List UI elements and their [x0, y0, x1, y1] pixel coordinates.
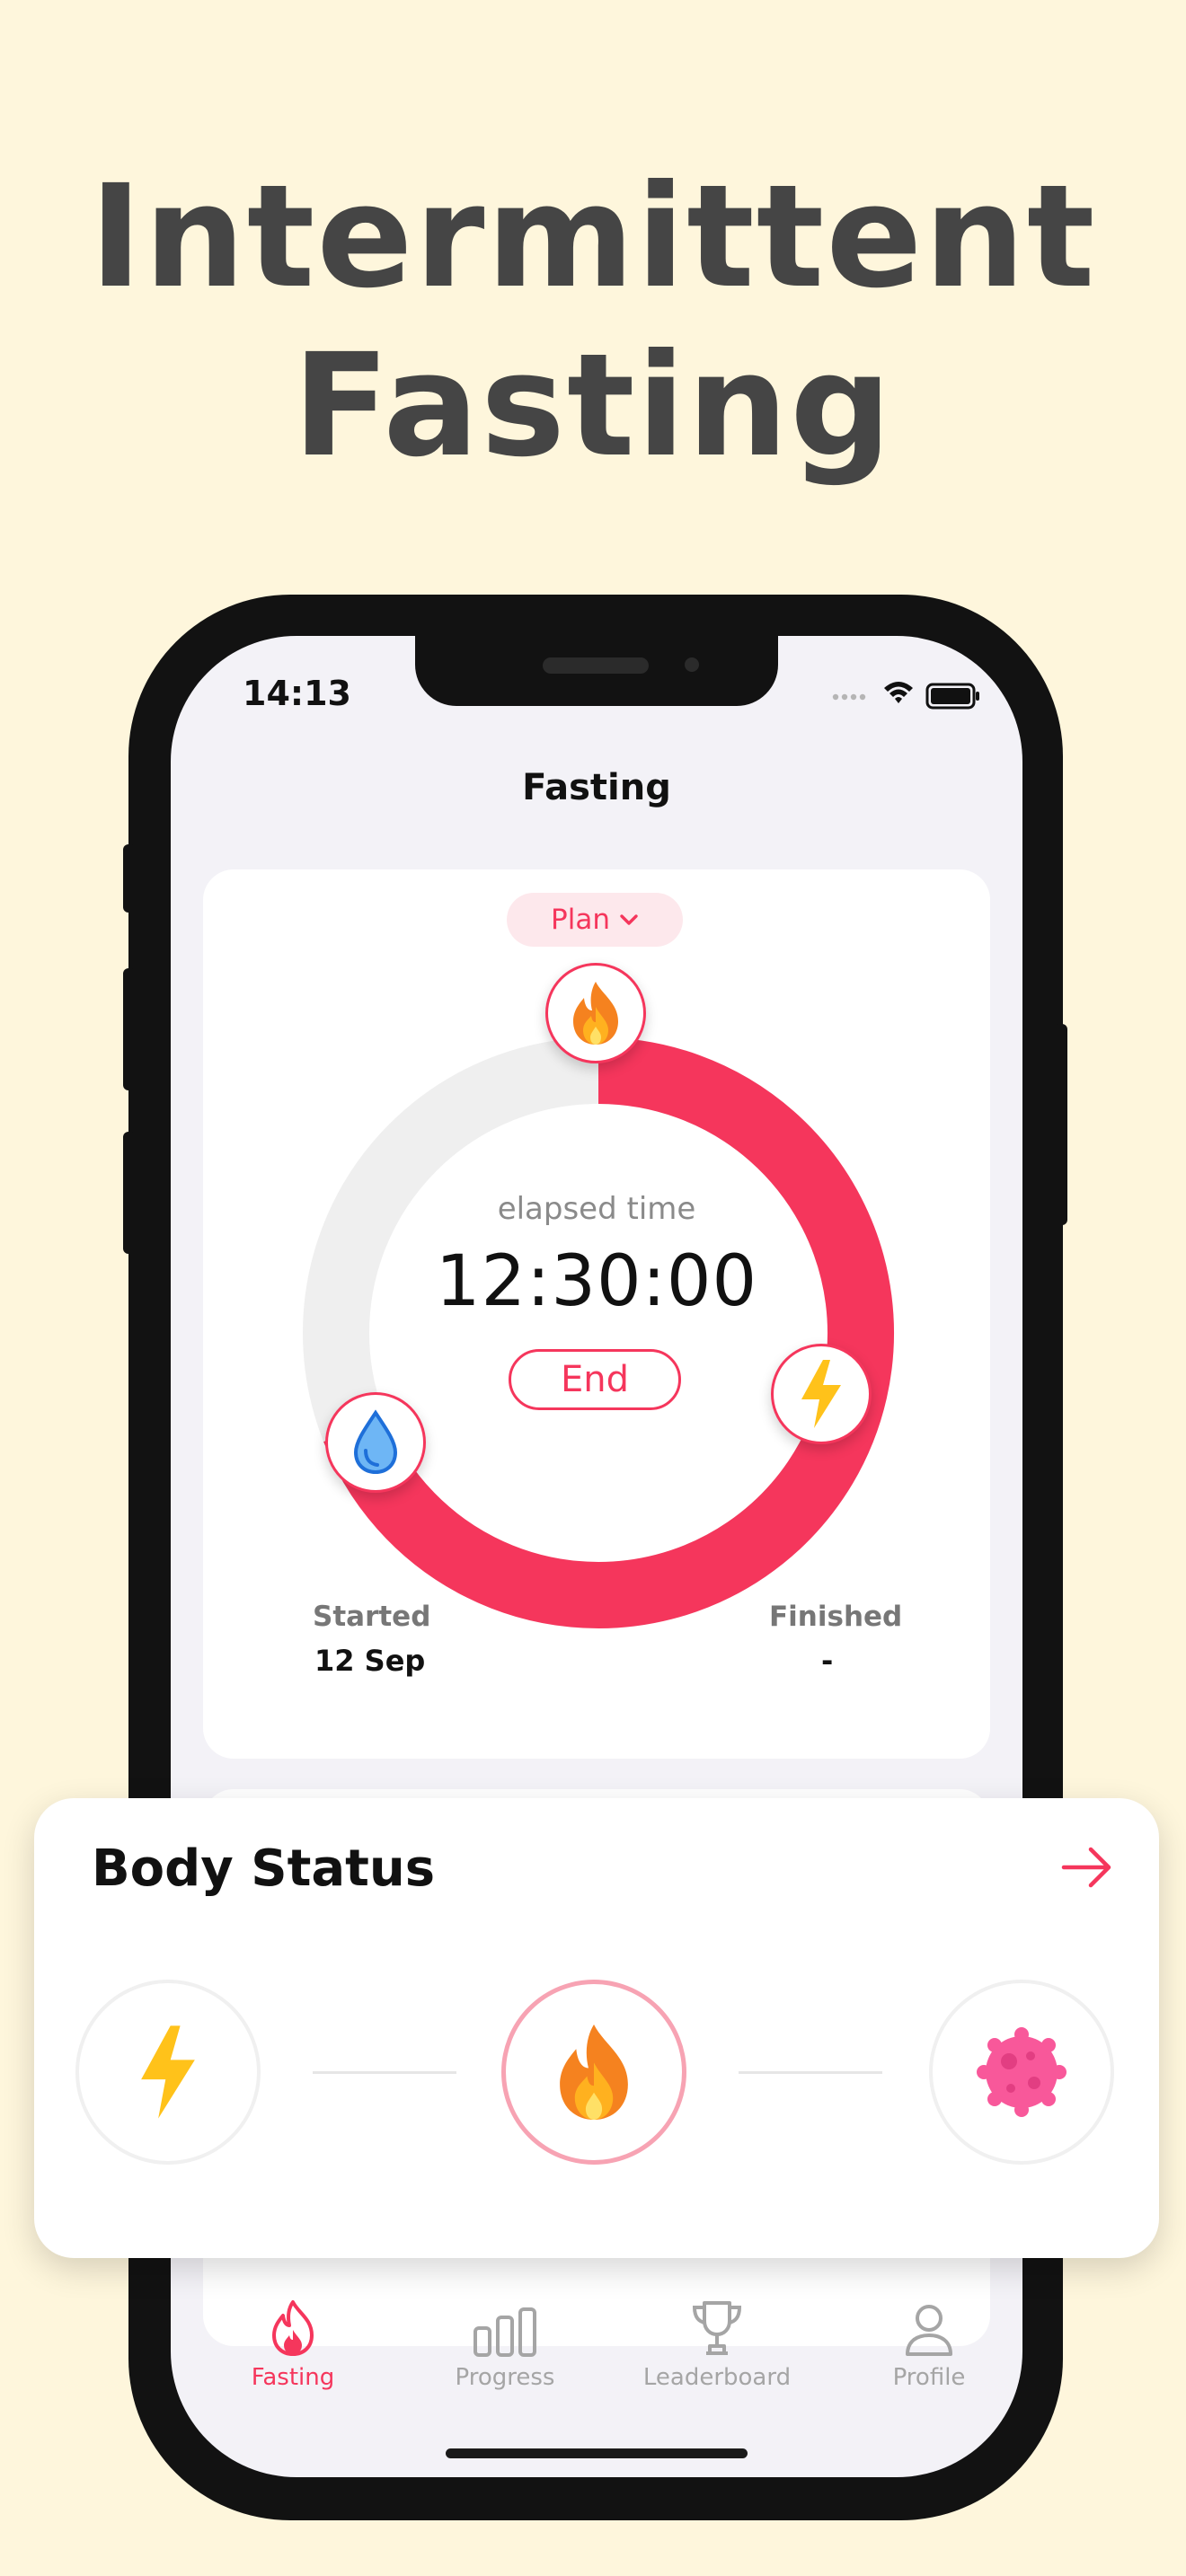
end-fast-button[interactable]: End	[509, 1349, 681, 1410]
started-label: Started	[313, 1601, 431, 1633]
tab-fasting[interactable]: Fasting	[203, 2294, 383, 2391]
body-stage-autophagy[interactable]	[929, 1980, 1114, 2165]
lightning-icon	[801, 1360, 841, 1428]
front-camera	[685, 657, 699, 672]
notch	[415, 636, 778, 706]
tab-label-profile: Profile	[892, 2364, 966, 2391]
energy-stage-badge[interactable]	[771, 1344, 872, 1444]
lightning-icon	[141, 2025, 195, 2119]
body-stage-energy[interactable]	[75, 1980, 261, 2165]
speaker-grille	[543, 657, 649, 674]
water-stage-badge[interactable]	[325, 1392, 426, 1493]
tab-progress[interactable]: Progress	[415, 2294, 595, 2391]
phone-volume-down	[123, 1132, 136, 1254]
home-indicator	[446, 2448, 748, 2458]
phone-volume-up	[123, 968, 136, 1090]
status-bar-icons	[832, 682, 979, 710]
body-stage-fat-burning[interactable]	[501, 1980, 686, 2165]
flame-tab-icon	[272, 2300, 314, 2356]
flame-icon	[573, 982, 618, 1045]
finished-value: -	[821, 1644, 834, 1678]
cellular-signal-icon	[832, 693, 866, 701]
wifi-icon	[884, 682, 913, 703]
phone-power-button	[1055, 1024, 1067, 1225]
fasting-timer-card: Plan elapsed time 12:30:00 End Started 1…	[203, 869, 990, 1759]
screen-title: Fasting	[522, 767, 671, 808]
elapsed-time-value: 12:30:00	[435, 1241, 758, 1322]
flame-icon	[560, 2024, 628, 2121]
trophy-icon	[692, 2301, 742, 2355]
flame-stage-badge[interactable]	[545, 963, 646, 1063]
tab-label-fasting: Fasting	[251, 2364, 335, 2391]
cell-icon	[977, 2027, 1067, 2117]
status-bar-time: 14:13	[243, 674, 351, 713]
tab-bar: Fasting Progress Leaderboard Profile	[171, 2294, 1022, 2429]
finished-label: Finished	[769, 1601, 903, 1633]
headline-line-2: Fasting	[292, 323, 894, 489]
arrow-right-icon[interactable]	[1060, 1845, 1114, 1890]
bar-chart-icon	[474, 2307, 536, 2357]
phone-mute-switch	[123, 844, 136, 913]
plan-label: Plan	[551, 904, 610, 936]
chevron-down-icon	[620, 914, 638, 925]
water-drop-icon	[353, 1409, 398, 1475]
tab-profile[interactable]: Profile	[839, 2294, 1019, 2391]
tab-leaderboard[interactable]: Leaderboard	[627, 2294, 807, 2391]
tab-label-progress: Progress	[455, 2364, 555, 2391]
elapsed-time-label: elapsed time	[497, 1191, 696, 1227]
body-status-title: Body Status	[92, 1839, 436, 1898]
stage-connector	[739, 2071, 882, 2074]
person-icon	[906, 2305, 952, 2356]
tab-label-leaderboard: Leaderboard	[642, 2364, 792, 2391]
headline-line-1: Intermittent	[89, 154, 1097, 320]
plan-dropdown[interactable]: Plan	[507, 893, 683, 947]
started-value: 12 Sep	[314, 1644, 426, 1678]
marketing-headline: Intermittent Fasting	[0, 153, 1186, 490]
battery-icon	[925, 683, 979, 710]
body-status-card[interactable]: Body Status	[34, 1798, 1159, 2258]
stage-connector	[313, 2071, 456, 2074]
